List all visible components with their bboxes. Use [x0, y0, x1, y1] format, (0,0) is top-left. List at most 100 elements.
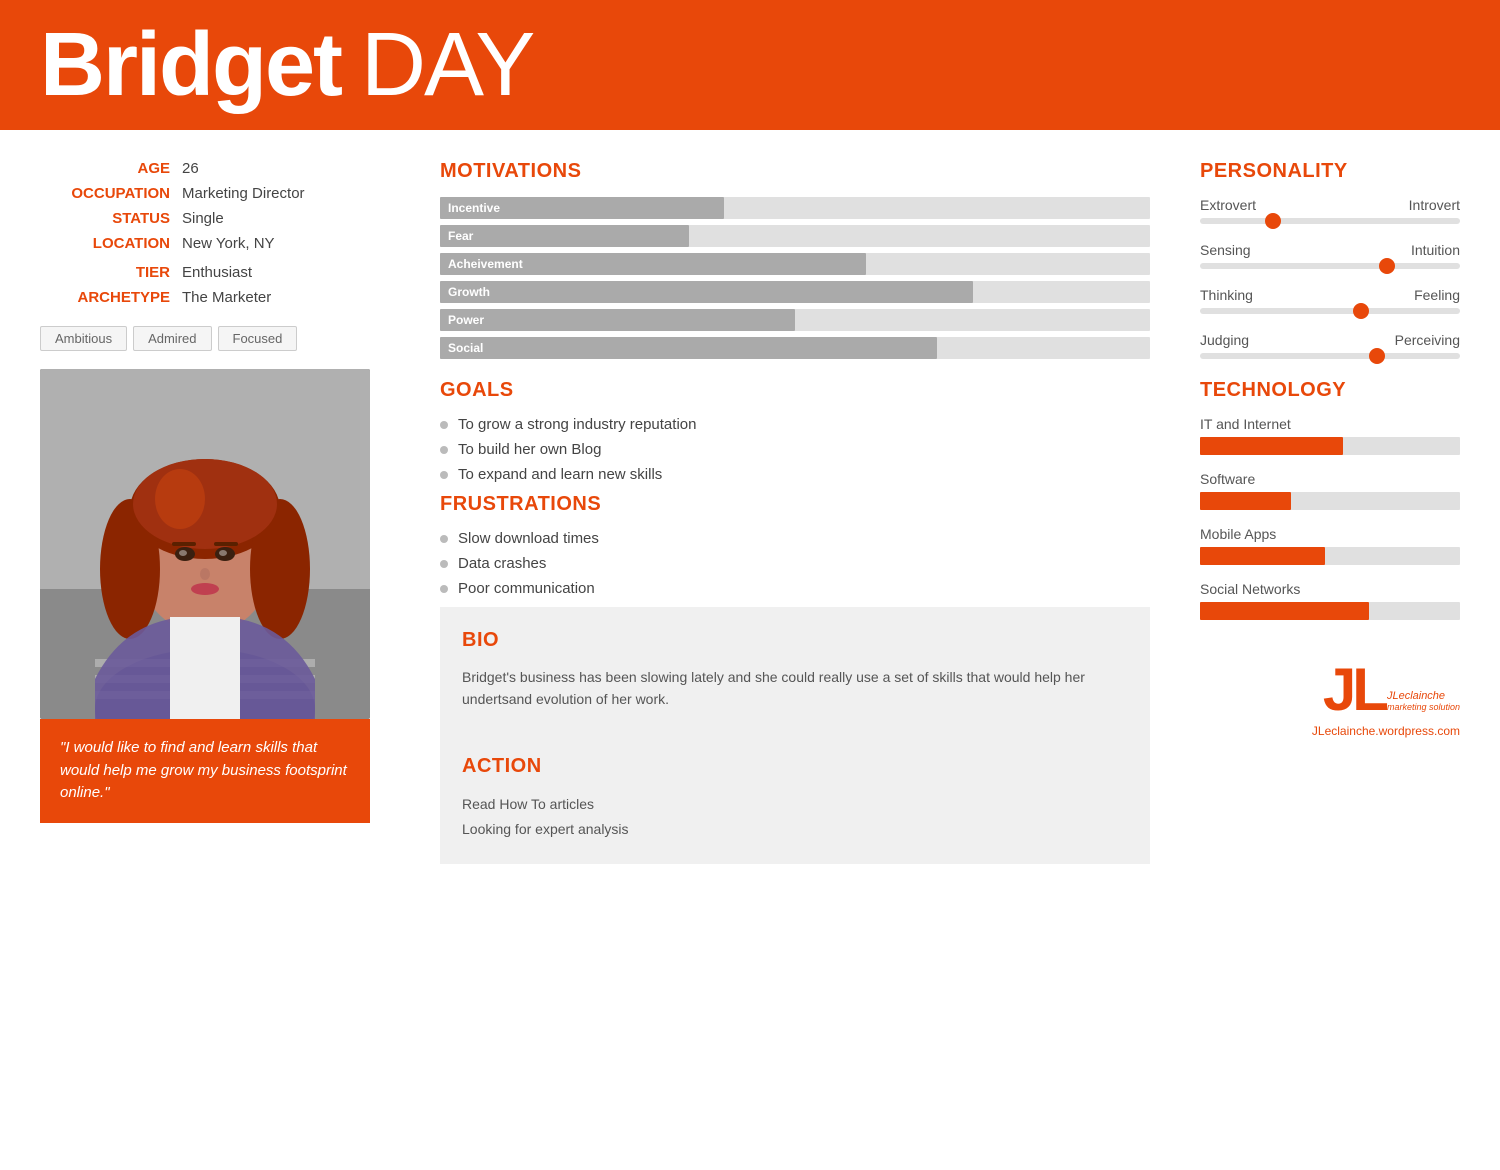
- profile-info: AGE 26 OCCUPATION Marketing Director STA…: [40, 160, 380, 306]
- technology-title: TECHNOLOGY: [1200, 379, 1460, 402]
- tags-row: AmbitiousAdmiredFocused: [40, 326, 380, 351]
- motivation-bar-row: Social: [440, 337, 1150, 359]
- tech-label: Software: [1200, 471, 1460, 487]
- bullet-icon: [440, 560, 448, 568]
- motivation-bar-row: Growth: [440, 281, 1150, 303]
- bio-text: Bridget's business has been slowing late…: [462, 666, 1128, 711]
- status-row: STATUS Single: [40, 210, 380, 227]
- scale-labels: Thinking Feeling: [1200, 287, 1460, 303]
- tech-bar-track: [1200, 547, 1460, 565]
- logo-text: JL: [1323, 660, 1385, 720]
- scale-right-label: Intuition: [1411, 242, 1460, 258]
- frustration-item: Poor communication: [440, 580, 1150, 597]
- bio-title: BIO: [462, 629, 1128, 652]
- header-first-name: Bridget: [40, 14, 341, 117]
- age-value: 26: [182, 160, 199, 177]
- frustrations-section: FRUSTRATIONS Slow download timesData cra…: [440, 493, 1150, 597]
- scale-labels: Sensing Intuition: [1200, 242, 1460, 258]
- header-last-name: DAY: [361, 14, 533, 117]
- tech-bar-fill: [1200, 547, 1325, 565]
- motivation-bar-track: Incentive: [440, 197, 1150, 219]
- motivation-label: Social: [448, 341, 483, 355]
- scale-labels: Judging Perceiving: [1200, 332, 1460, 348]
- scale-dot: [1353, 303, 1369, 319]
- scale-left-label: Sensing: [1200, 242, 1251, 258]
- motivation-label: Acheivement: [448, 257, 523, 271]
- motivation-bar-fill: Fear: [440, 225, 689, 247]
- scale-left-label: Extrovert: [1200, 197, 1256, 213]
- age-row: AGE 26: [40, 160, 380, 177]
- frustrations-list: Slow download times Data crashes Poor comm…: [440, 530, 1150, 597]
- motivation-bar-row: Fear: [440, 225, 1150, 247]
- personality-title: PERSONALITY: [1200, 160, 1460, 183]
- scale-track: [1200, 218, 1460, 224]
- motivations-section: MOTIVATIONS Incentive Fear Acheivement: [440, 160, 1150, 359]
- logo-area: JL JLeclainche marketing solution JLecla…: [1200, 660, 1460, 738]
- frustration-text: Slow download times: [458, 530, 599, 547]
- tier-value: Enthusiast: [182, 264, 252, 281]
- tag: Focused: [218, 326, 298, 351]
- motivation-bar-track: Fear: [440, 225, 1150, 247]
- action-section: ACTION Read How To articlesLooking for e…: [440, 733, 1150, 864]
- tech-bar-track: [1200, 602, 1460, 620]
- tech-label: IT and Internet: [1200, 416, 1460, 432]
- bullet-icon: [440, 535, 448, 543]
- scale-dot: [1369, 348, 1385, 364]
- archetype-value: The Marketer: [182, 289, 271, 306]
- right-column: PERSONALITY Extrovert Introvert Sensing …: [1180, 160, 1460, 1150]
- personality-scale: Thinking Feeling: [1200, 287, 1460, 314]
- goals-section: GOALS To grow a strong industry reputati…: [440, 379, 1150, 483]
- technology-section: TECHNOLOGY IT and Internet Software Mobi…: [1200, 379, 1460, 620]
- quote-box: "I would like to find and learn skills t…: [40, 719, 370, 823]
- personality-scales: Extrovert Introvert Sensing Intuition Th…: [1200, 197, 1460, 359]
- quote-text: "I would like to find and learn skills t…: [60, 739, 347, 801]
- bullet-icon: [440, 471, 448, 479]
- motivation-label: Incentive: [448, 201, 500, 215]
- tech-label: Social Networks: [1200, 581, 1460, 597]
- frustration-text: Data crashes: [458, 555, 546, 572]
- motivation-label: Power: [448, 313, 484, 327]
- scale-track: [1200, 263, 1460, 269]
- tech-item: Social Networks: [1200, 581, 1460, 620]
- age-label: AGE: [40, 160, 170, 177]
- motivation-bar-fill: Incentive: [440, 197, 724, 219]
- motivation-bar-track: Power: [440, 309, 1150, 331]
- action-title: ACTION: [462, 755, 1128, 778]
- motivation-label: Fear: [448, 229, 473, 243]
- goal-item: To build her own Blog: [440, 441, 1150, 458]
- goal-text: To grow a strong industry reputation: [458, 416, 696, 433]
- motivation-bar-fill: Power: [440, 309, 795, 331]
- motivations-title: MOTIVATIONS: [440, 160, 1150, 183]
- personality-scale: Extrovert Introvert: [1200, 197, 1460, 224]
- status-label: STATUS: [40, 210, 170, 227]
- motivations-bars: Incentive Fear Acheivement Growth: [440, 197, 1150, 359]
- profile-photo: [40, 369, 370, 719]
- motivation-bar-row: Incentive: [440, 197, 1150, 219]
- tech-bar-track: [1200, 492, 1460, 510]
- scale-track: [1200, 308, 1460, 314]
- motivation-bar-fill: Growth: [440, 281, 973, 303]
- scale-left-label: Thinking: [1200, 287, 1253, 303]
- middle-column: MOTIVATIONS Incentive Fear Acheivement: [410, 160, 1180, 1150]
- scale-track: [1200, 353, 1460, 359]
- bio-section: BIO Bridget's business has been slowing …: [440, 607, 1150, 733]
- logo-tagline: JLeclainche: [1387, 690, 1460, 702]
- scale-right-label: Perceiving: [1395, 332, 1460, 348]
- logo-subtitle: marketing solution: [1387, 702, 1460, 712]
- tech-item: IT and Internet: [1200, 416, 1460, 455]
- bullet-icon: [440, 585, 448, 593]
- frustration-item: Slow download times: [440, 530, 1150, 547]
- header: Bridget DAY: [0, 0, 1500, 130]
- tier-row: TIER Enthusiast: [40, 264, 380, 281]
- motivation-bar-track: Social: [440, 337, 1150, 359]
- goals-title: GOALS: [440, 379, 1150, 402]
- goal-item: To expand and learn new skills: [440, 466, 1150, 483]
- motivation-bar-track: Acheivement: [440, 253, 1150, 275]
- tech-item: Software: [1200, 471, 1460, 510]
- scale-dot: [1379, 258, 1395, 274]
- status-value: Single: [182, 210, 224, 227]
- tech-bars: IT and Internet Software Mobile Apps Soc…: [1200, 416, 1460, 620]
- motivation-label: Growth: [448, 285, 490, 299]
- motivation-bar-fill: Acheivement: [440, 253, 866, 275]
- tech-bar-fill: [1200, 492, 1291, 510]
